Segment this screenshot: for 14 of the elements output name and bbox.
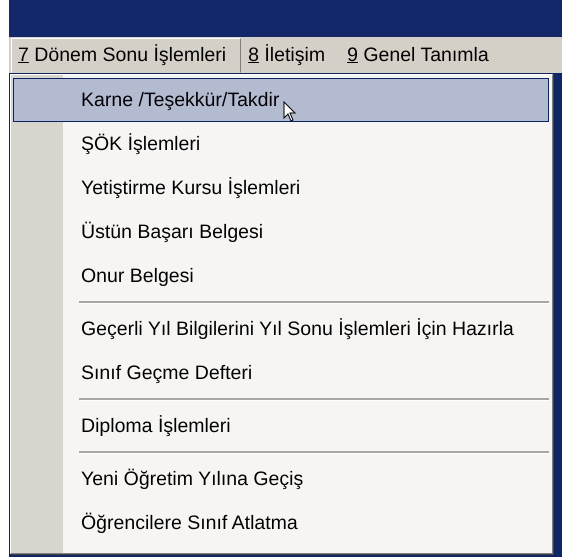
menu-item[interactable]: Yeni Öğretim Yılına Geçiş: [13, 457, 549, 501]
menu-item[interactable]: Geçerli Yıl Bilgilerini Yıl Sonu İşlemleri İçin Hazırla: [13, 307, 549, 351]
menu-title[interactable]: 8 İletişim: [241, 38, 340, 72]
menu-title[interactable]: 7 Dönem Sonu İşlemleri: [11, 38, 242, 72]
menu-item[interactable]: Karne /Teşekkür/Takdir: [13, 78, 549, 122]
menu-item[interactable]: Onur Belgesi: [13, 254, 549, 298]
menu-item[interactable]: Diploma İşlemleri: [13, 404, 549, 448]
pointer-icon: [283, 101, 297, 123]
menu-item[interactable]: Öğrencilere Sınıf Atlatma: [13, 501, 549, 545]
menu-item[interactable]: ŞÖK İşlemleri: [13, 122, 549, 166]
menu-item[interactable]: Üstün Başarı Belgesi: [13, 210, 549, 254]
menu-item[interactable]: Sınıf Geçme Defteri: [13, 351, 549, 395]
menu-item[interactable]: Yetiştirme Kursu İşlemleri: [13, 166, 549, 210]
menu-title[interactable]: 9 Genel Tanımla: [340, 38, 504, 72]
